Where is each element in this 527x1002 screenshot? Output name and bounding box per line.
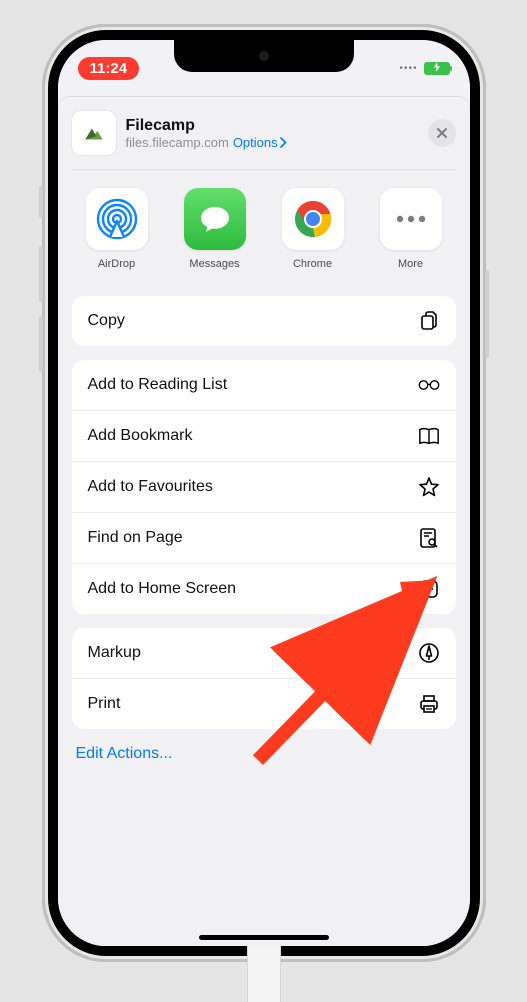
sheet-subtitle: files.filecamp.com: [126, 135, 229, 150]
markup-action[interactable]: Markup: [72, 628, 456, 679]
copy-icon: [418, 310, 440, 332]
chrome-app[interactable]: Chrome: [276, 188, 350, 270]
plus-square-icon: [418, 578, 440, 600]
home-screen-label: Add to Home Screen: [88, 580, 237, 598]
add-to-favourites-action[interactable]: Add to Favourites: [72, 462, 456, 513]
doc-search-icon: [418, 527, 440, 549]
close-button[interactable]: [428, 119, 456, 147]
options-link[interactable]: Options: [233, 135, 287, 150]
messages-icon: [195, 199, 235, 239]
actions-group-1: Copy: [72, 296, 456, 346]
add-bookmark-action[interactable]: Add Bookmark: [72, 411, 456, 462]
share-apps-row: AirDrop Messages: [72, 170, 456, 282]
find-on-page-action[interactable]: Find on Page: [72, 513, 456, 564]
star-icon: [418, 476, 440, 498]
battery-icon: [424, 62, 450, 75]
print-label: Print: [88, 695, 121, 713]
status-time: 11:24: [90, 60, 128, 77]
more-icon: [396, 215, 426, 223]
chevron-right-icon: [280, 137, 287, 148]
print-action[interactable]: Print: [72, 679, 456, 729]
bookmark-label: Add Bookmark: [88, 427, 193, 445]
notch: [174, 40, 354, 72]
charging-bolt-icon: [433, 62, 441, 74]
favourites-label: Add to Favourites: [88, 478, 213, 496]
more-label: More: [374, 258, 448, 270]
share-sheet: Filecamp files.filecamp.com Options: [58, 96, 470, 946]
copy-label: Copy: [88, 312, 125, 330]
edit-actions-label: Edit Actions...: [76, 745, 173, 762]
volume-up: [39, 246, 43, 302]
airdrop-label: AirDrop: [80, 258, 154, 270]
markup-label: Markup: [88, 644, 141, 662]
power-button: [485, 270, 489, 358]
messages-app[interactable]: Messages: [178, 188, 252, 270]
charging-cable: [247, 942, 281, 1002]
chrome-label: Chrome: [276, 258, 350, 270]
cellular-dots: ••••: [399, 63, 417, 74]
airdrop-icon: [95, 197, 139, 241]
airdrop-app[interactable]: AirDrop: [80, 188, 154, 270]
home-indicator[interactable]: [199, 935, 329, 940]
mute-switch: [39, 186, 43, 218]
actions-group-3: Markup Print: [72, 628, 456, 729]
site-icon: [72, 111, 116, 155]
messages-label: Messages: [178, 258, 252, 270]
book-icon: [418, 425, 440, 447]
find-label: Find on Page: [88, 529, 183, 547]
add-to-reading-list-action[interactable]: Add to Reading List: [72, 360, 456, 411]
chrome-icon: [291, 197, 335, 241]
front-camera: [259, 51, 269, 61]
glasses-icon: [418, 374, 440, 396]
copy-action[interactable]: Copy: [72, 296, 456, 346]
sheet-title: Filecamp: [126, 117, 418, 135]
printer-icon: [418, 693, 440, 715]
more-app[interactable]: More: [374, 188, 448, 270]
sheet-header: Filecamp files.filecamp.com Options: [72, 111, 456, 170]
actions-group-2: Add to Reading List Add Bookmark Add to …: [72, 360, 456, 614]
edit-actions-link[interactable]: Edit Actions...: [72, 729, 456, 763]
reading-list-label: Add to Reading List: [88, 376, 228, 394]
options-label: Options: [233, 135, 278, 150]
markup-icon: [418, 642, 440, 664]
screen: 11:24 •••• Filecamp fi: [58, 40, 470, 946]
add-to-home-screen-action[interactable]: Add to Home Screen: [72, 564, 456, 614]
close-icon: [436, 127, 448, 139]
phone-frame: 11:24 •••• Filecamp fi: [42, 24, 486, 962]
volume-down: [39, 316, 43, 372]
time-pill: 11:24: [78, 57, 140, 80]
